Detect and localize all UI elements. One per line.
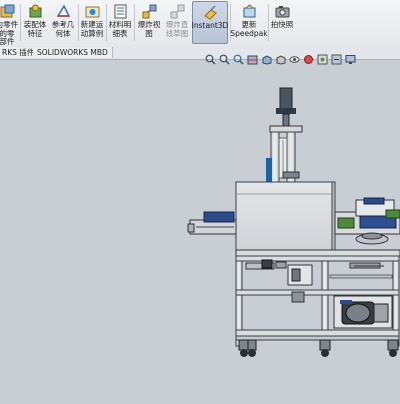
upper-compartment-parts[interactable] xyxy=(245,259,393,286)
left-conveyor[interactable] xyxy=(187,211,237,235)
motion-study-icon xyxy=(85,4,100,19)
make-part-label: 为零件 的零 部件 xyxy=(0,20,19,46)
table-top-plate xyxy=(235,249,400,257)
reference-geometry-icon xyxy=(56,4,71,19)
lower-bracket xyxy=(291,291,305,303)
update-speedpak-label: 更新 Speedpak xyxy=(230,20,268,38)
tab-solidworks-mbd[interactable]: SOLIDWORKS MBD xyxy=(33,47,113,58)
instant3d-button[interactable]: Instant3D xyxy=(192,1,228,44)
bom-label: 材料明 细表 xyxy=(108,20,132,38)
new-motion-study-label: 新建运 动算例 xyxy=(80,20,104,38)
exploded-view-icon xyxy=(142,4,157,19)
explode-line-sketch-icon xyxy=(170,4,185,19)
vertical-press-column[interactable] xyxy=(265,87,305,195)
update-speedpak-button[interactable]: 更新 Speedpak xyxy=(230,1,268,44)
reference-geometry-label: 参考几 何体 xyxy=(51,20,75,38)
bom-button[interactable]: 材料明 细表 xyxy=(107,1,133,44)
right-feed-station[interactable] xyxy=(334,197,400,245)
explode-line-sketch-button[interactable]: 爆炸直 线草图 xyxy=(163,1,191,44)
graphics-area[interactable] xyxy=(0,60,400,400)
upper-housing[interactable] xyxy=(235,181,336,253)
exploded-view-label: 爆炸视 图 xyxy=(137,20,161,38)
assembly-model xyxy=(187,87,400,357)
snapshot-button[interactable]: 拍快照 xyxy=(269,1,295,44)
explode-line-sketch-label: 爆炸直 线草图 xyxy=(165,20,189,38)
camera-snapshot-icon xyxy=(275,4,290,19)
exploded-view-button[interactable]: 爆炸视 图 xyxy=(135,1,163,44)
assembly-feature-button[interactable]: 装配体 特征 xyxy=(22,1,48,44)
command-manager-ribbon: 为零件 的零 部件 装配体 特征 参考几 何体 新建运 动算例 材料明 细表 爆… xyxy=(0,0,400,47)
assembly-feature-icon xyxy=(28,4,43,19)
assembly-feature-label: 装配体 特征 xyxy=(23,20,47,38)
instant3d-label: Instant3D xyxy=(191,21,229,30)
caster-wheels[interactable] xyxy=(238,339,399,357)
new-motion-study-button[interactable]: 新建运 动算例 xyxy=(79,1,105,44)
snapshot-label: 拍快照 xyxy=(270,20,294,29)
part-from-assembly-icon xyxy=(0,4,15,19)
instant3d-icon xyxy=(203,5,218,20)
reference-geometry-button[interactable]: 参考几 何体 xyxy=(50,1,76,44)
speedpak-icon xyxy=(242,4,257,19)
drive-motor[interactable] xyxy=(333,295,393,329)
make-part-button[interactable]: 为零件 的零 部件 xyxy=(0,1,19,46)
bill-of-materials-icon xyxy=(113,4,128,19)
